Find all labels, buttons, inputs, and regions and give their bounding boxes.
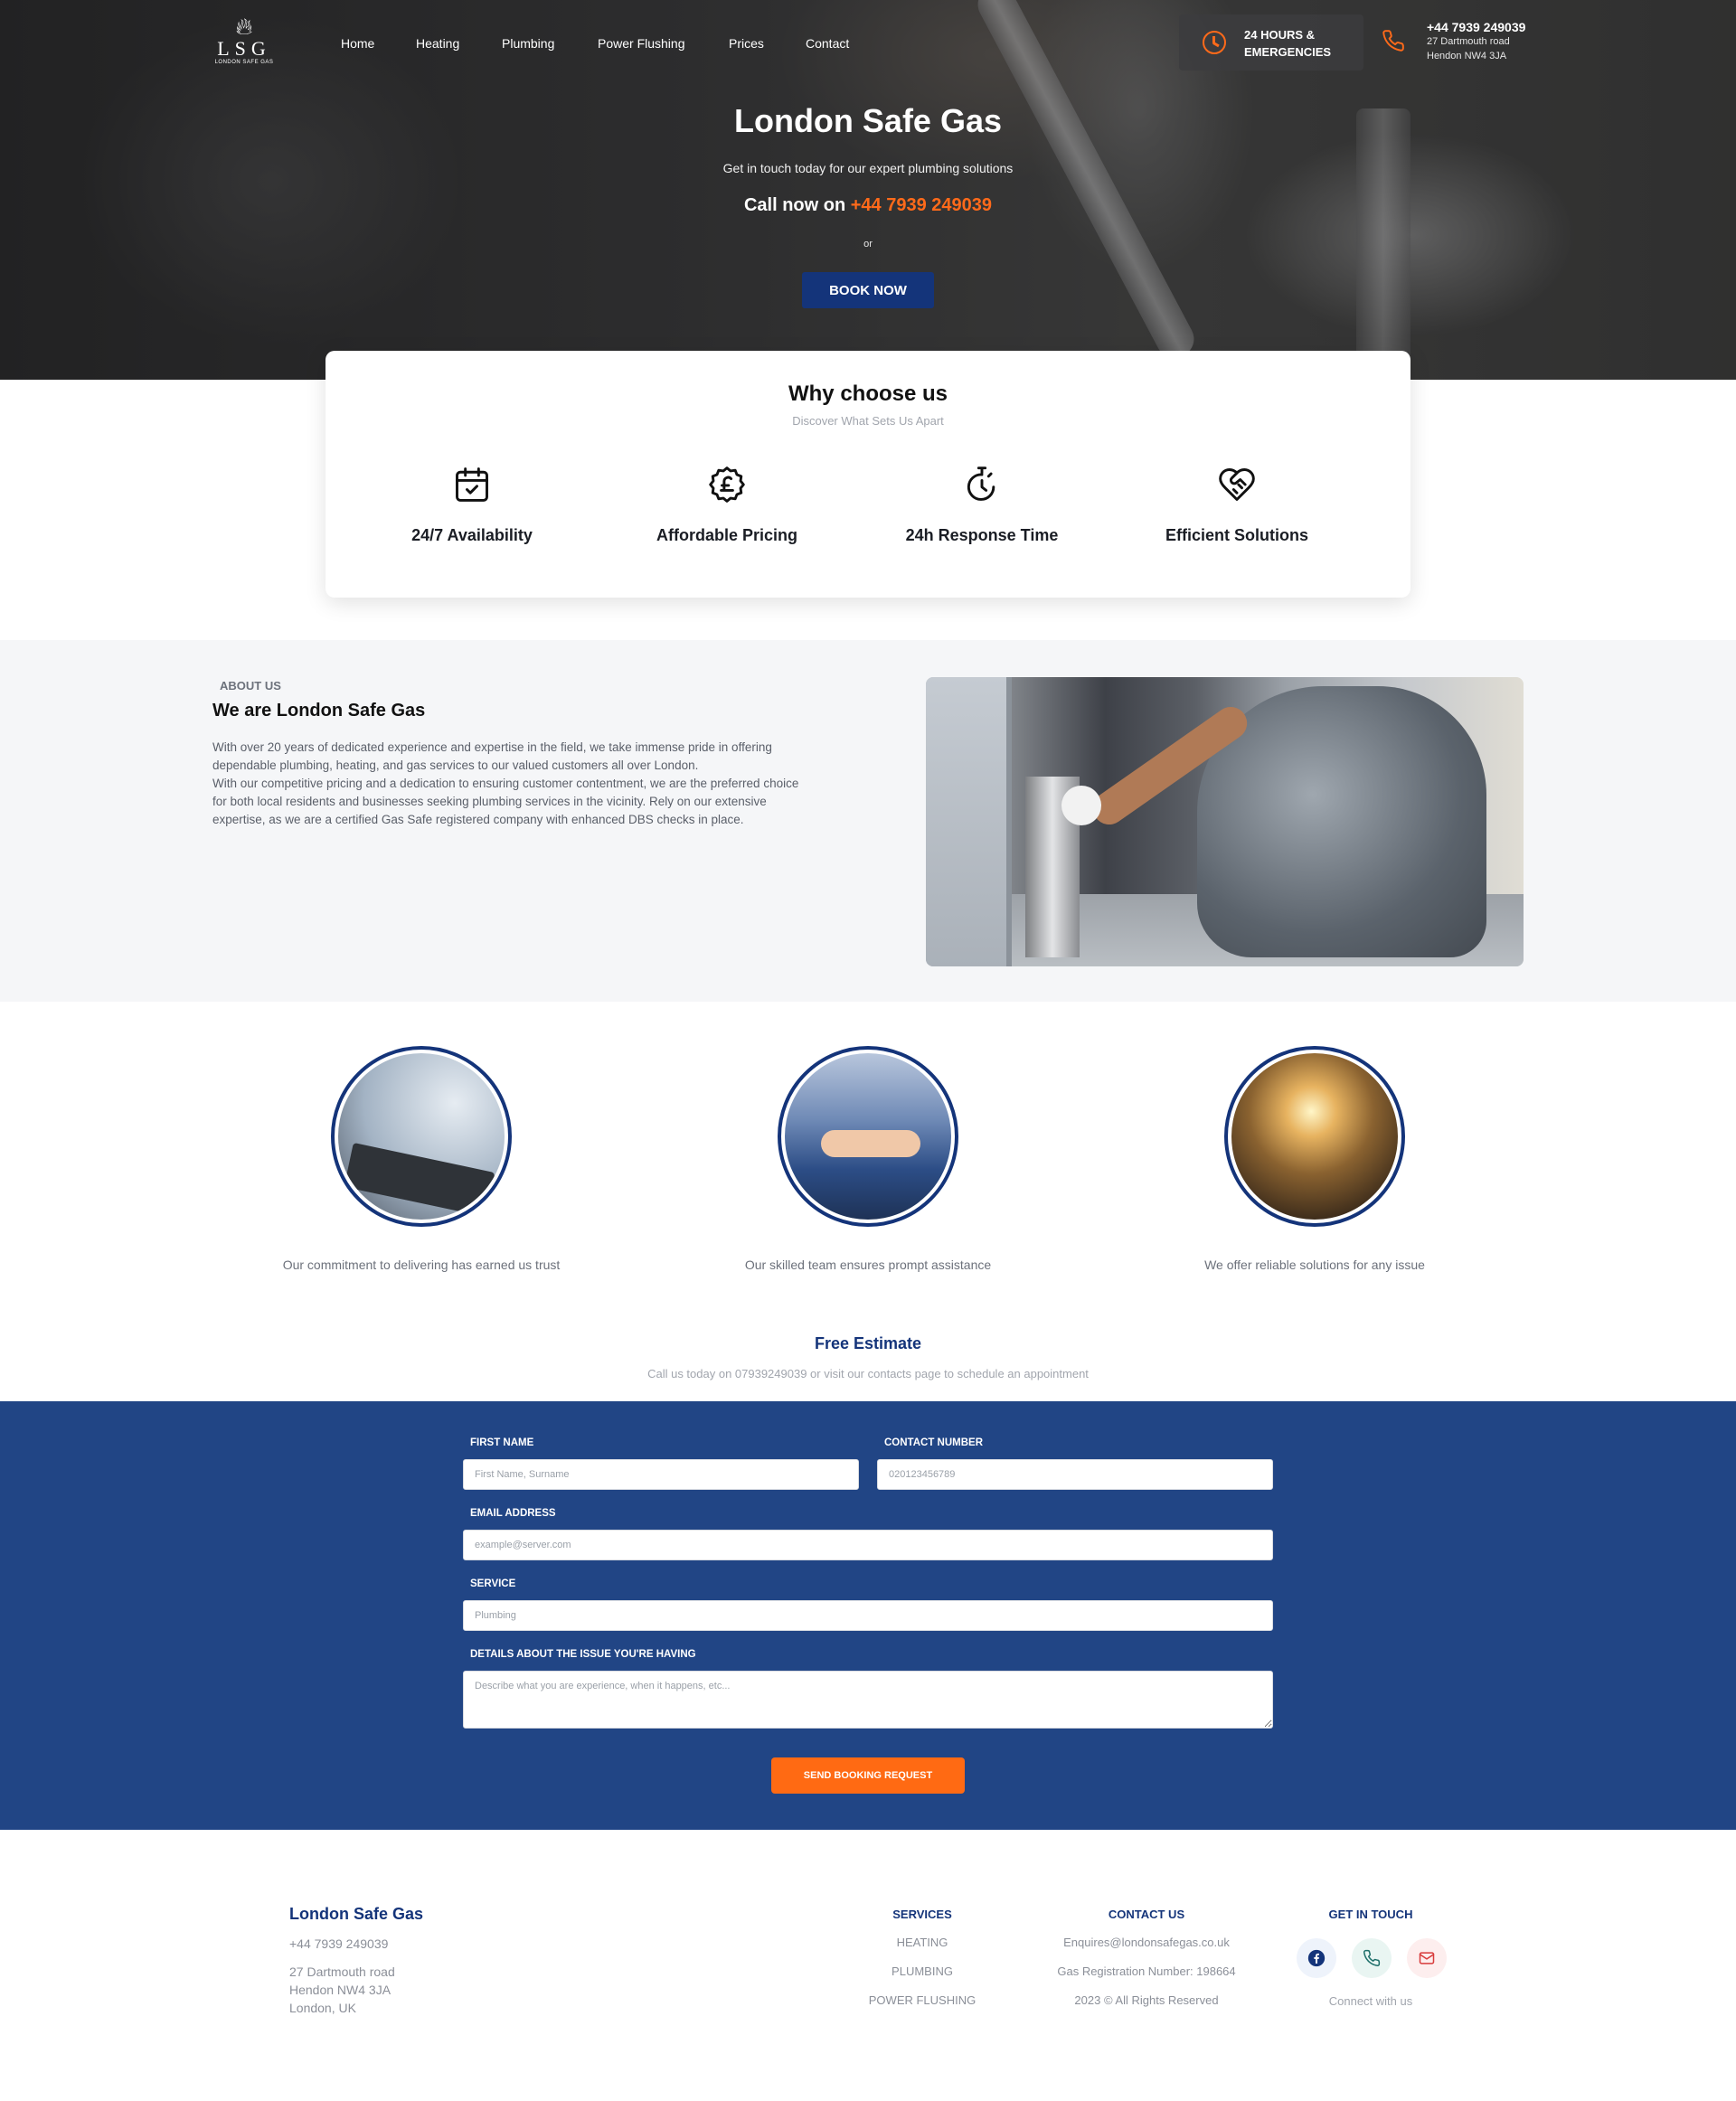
mail-icon[interactable] [1407,1938,1447,1978]
feature-label: Efficient Solutions [1165,526,1308,544]
details-label: DETAILS ABOUT THE ISSUE YOU'RE HAVING [470,1649,696,1660]
hero-call: Call now on +44 7939 249039 [0,195,1736,216]
feature-label: 24/7 Availability [411,526,533,544]
why-title: Why choose us [788,382,948,406]
logo-tagline: LONDON SAFE GAS [214,60,274,65]
heart-handshake-icon [1219,468,1255,501]
footer-gas-registration: Gas Registration Number: 198664 [1057,1964,1236,1978]
plumber-photo [926,677,1524,966]
clock-icon [1203,31,1226,54]
hero-title: London Safe Gas [733,102,1003,139]
phone-icon[interactable] [1352,1938,1392,1978]
solutions-caption: We offer reliable solutions for any issu… [1204,1258,1425,1272]
footer-link-power-flushing[interactable]: POWER FLUSHING [850,1993,995,2007]
footer-link-plumbing[interactable]: PLUMBING [850,1964,995,1978]
footer-phone[interactable]: +44 7939 249039 [289,1936,388,1951]
feature-availability: 24/7 Availability [363,465,580,545]
calendar-check-icon [456,467,488,502]
estimate-title: Free Estimate [814,1334,922,1352]
why-subtitle: Discover What Sets Us Apart [792,414,944,428]
hero-or: or [863,239,873,250]
feature-pricing: Affordable Pricing [618,465,835,545]
feature-response-time: 24h Response Time [873,465,1090,545]
details-textarea[interactable] [463,1671,1273,1729]
about-kicker: ABOUT US [220,679,281,692]
footer-address-line-3: London, UK [289,2001,356,2015]
hours-line-1: 24 HOURS & [1244,28,1316,42]
contact-number-label: CONTACT NUMBER [884,1437,984,1448]
hours-badge: 24 HOURS & EMERGENCIES [1179,14,1363,71]
nav-power-flushing[interactable]: Power Flushing [598,36,685,51]
solutions-image [1224,1046,1405,1227]
email-input[interactable] [463,1530,1273,1560]
hours-line-2: EMERGENCIES [1244,45,1332,59]
footer-copyright: 2023 © All Rights Reserved [1074,1993,1219,2007]
nav-home[interactable]: Home [341,36,374,51]
book-now-button[interactable]: BOOK NOW [802,272,934,308]
about-title: We are London Safe Gas [212,701,426,721]
trust-image [331,1046,512,1227]
pound-badge-icon [709,466,745,503]
assistance-image [778,1046,958,1227]
footer-link-heating[interactable]: HEATING [850,1936,995,1949]
estimate-subtitle: Call us today on 07939249039 or visit ou… [647,1367,1089,1380]
header-phone-link[interactable]: +44 7939 249039 [1427,20,1525,34]
nav-prices[interactable]: Prices [729,36,764,51]
nav-contact[interactable]: Contact [806,36,849,51]
contact-number-input[interactable] [877,1459,1273,1490]
header-address-line-2: Hendon NW4 3JA [1427,51,1507,61]
footer-address: 27 Dartmouth road Hendon NW4 3JA London,… [289,1963,395,2017]
about-body: With over 20 years of dedicated experien… [212,739,809,829]
facebook-icon[interactable] [1297,1938,1336,1978]
service-input[interactable] [463,1600,1273,1631]
nav-plumbing[interactable]: Plumbing [502,36,554,51]
footer-brand: London Safe Gas [289,1905,424,1923]
first-name-input[interactable] [463,1459,859,1490]
flame-icon: 🔥︎ [235,13,253,40]
footer-address-line-1: 27 Dartmouth road [289,1964,395,1979]
logo-mark: LSG [217,37,271,60]
about-paragraph-2: With our competitive pricing and a dedic… [212,777,799,826]
about-section: ABOUT US We are London Safe Gas With ove… [0,640,1736,1002]
hours-text: 24 HOURS & EMERGENCIES [1244,26,1353,61]
hero-call-prefix: Call now on [743,195,851,215]
stopwatch-icon [967,466,995,501]
nav-heating[interactable]: Heating [416,36,459,51]
footer-email[interactable]: Enquires@londonsafegas.co.uk [1029,1936,1264,1949]
feature-efficient-solutions: Efficient Solutions [1128,465,1345,545]
about-paragraph-1: With over 20 years of dedicated experien… [212,740,772,772]
send-booking-request-button[interactable]: SEND BOOKING REQUEST [771,1757,965,1794]
feature-label: 24h Response Time [905,526,1059,544]
header-contact: +44 7939 249039 27 Dartmouth road Hendon… [1427,20,1525,63]
email-label: EMAIL ADDRESS [470,1508,556,1519]
phone-icon [1382,29,1405,59]
site-logo[interactable]: 🔥︎ LSG LONDON SAFE GAS [210,14,278,76]
hero-call-number[interactable]: +44 7939 249039 [851,195,992,215]
feature-label: Affordable Pricing [656,526,797,544]
header-address-line-1: 27 Dartmouth road [1427,36,1510,47]
footer-address-line-2: Hendon NW4 3JA [289,1983,392,1997]
service-label: SERVICE [470,1578,516,1589]
footer-touch-title: GET IN TOUCH [1328,1908,1413,1921]
footer-services-title: SERVICES [892,1908,952,1921]
why-choose-us-card: Why choose us Discover What Sets Us Apar… [326,351,1410,598]
hero-section: 🔥︎ LSG LONDON SAFE GAS Home Heating Plum… [0,0,1736,380]
footer-connect-text: Connect with us [1328,1994,1413,2008]
hero-subtitle: Get in touch today for our expert plumbi… [722,161,1014,175]
footer-contact-title: CONTACT US [1108,1908,1185,1921]
first-name-label: FIRST NAME [470,1437,534,1448]
assistance-caption: Our skilled team ensures prompt assistan… [744,1258,992,1272]
trust-caption: Our commitment to delivering has earned … [282,1258,561,1272]
